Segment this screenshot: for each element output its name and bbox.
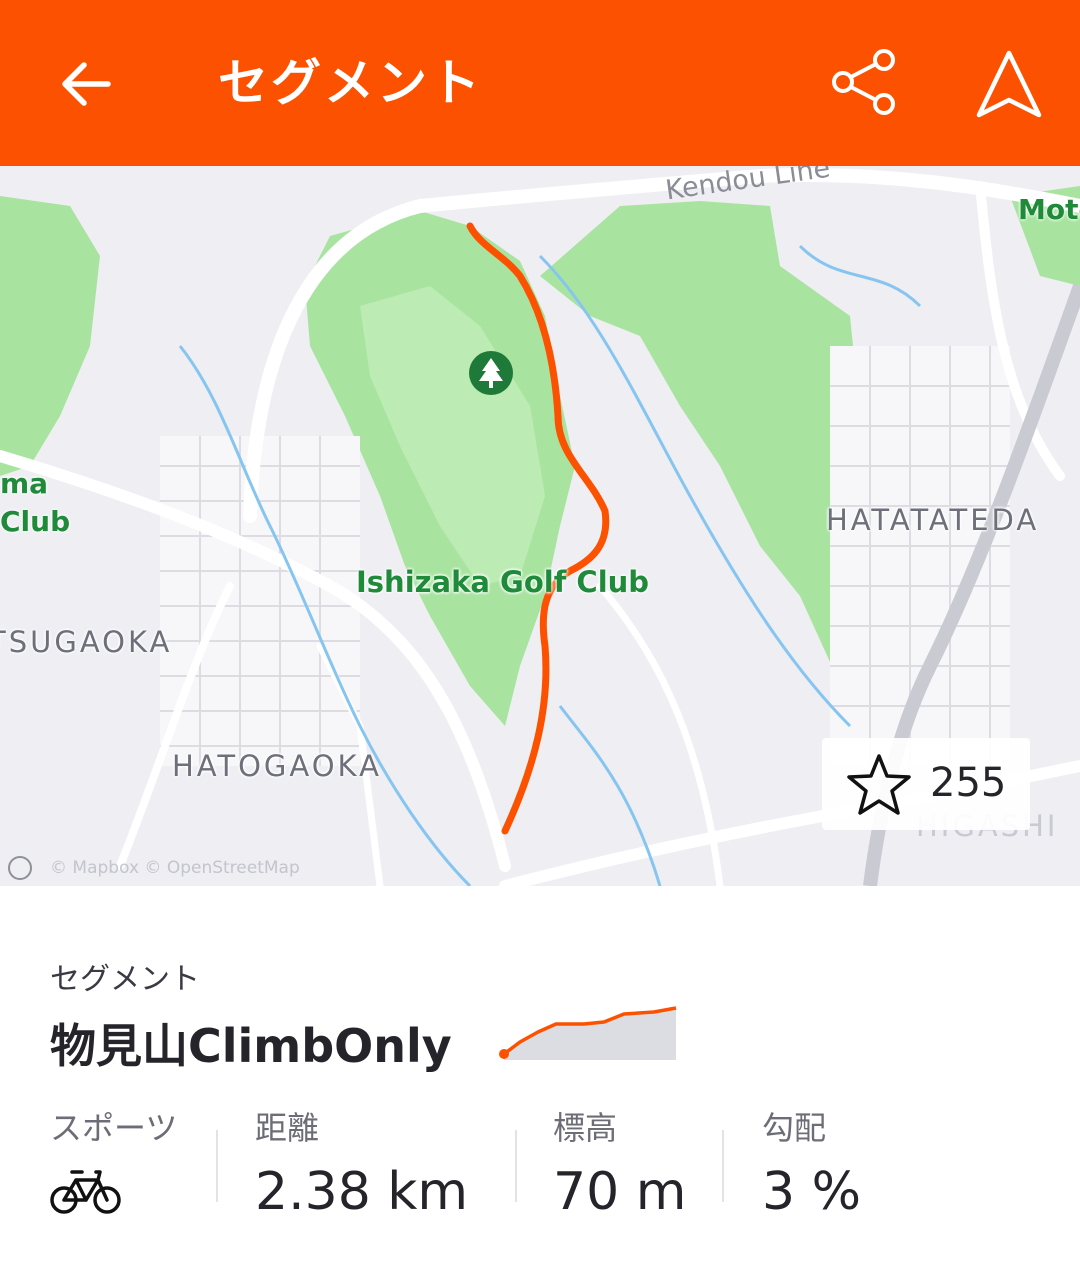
map-label-golf-club: Ishizaka Golf Club <box>356 565 650 599</box>
stat-divider <box>515 1130 517 1202</box>
stat-grade: 勾配 3 % <box>762 1108 861 1224</box>
map-label-moto: Moto <box>1018 193 1080 226</box>
segment-name: 物見山ClimbOnly <box>50 1019 452 1073</box>
stat-distance-value: 2.38 km <box>255 1162 469 1222</box>
stat-elevation-value: 70 m <box>553 1162 687 1222</box>
stat-distance-label: 距離 <box>255 1109 320 1147</box>
back-button[interactable] <box>46 44 126 124</box>
segment-info: セグメント 物見山ClimbOnly スポーツ 距離 2.38 km 標高 70… <box>0 886 1080 1281</box>
map-label-left-2: Club <box>0 505 71 538</box>
star-icon <box>847 754 911 815</box>
stat-divider <box>722 1130 724 1202</box>
segment-kicker: セグメント <box>50 962 200 997</box>
app-bar: セグメント <box>0 0 1080 166</box>
elevation-profile <box>499 1006 677 1060</box>
map-label-tsugaoka: TSUGAOKA <box>0 625 173 659</box>
share-icon <box>832 49 895 115</box>
map-label-hatatateda: HATATATEDA <box>826 503 1040 537</box>
stat-sport-label: スポーツ <box>50 1109 178 1147</box>
map-label-left-1: ma <box>0 467 49 500</box>
map-attribution[interactable]: © Mapbox © OpenStreetMap <box>8 856 300 880</box>
star-count-badge[interactable]: 255 <box>822 738 1030 830</box>
stat-grade-value: 3 % <box>762 1162 862 1222</box>
stat-sport: スポーツ <box>50 1108 177 1222</box>
page-title: セグメント <box>218 54 483 112</box>
arrow-left-icon <box>62 62 111 106</box>
mapbox-logo-icon <box>8 856 32 880</box>
star-count: 255 <box>930 760 1007 806</box>
stat-divider <box>216 1130 218 1202</box>
navigate-button[interactable] <box>968 44 1050 124</box>
stat-elevation: 標高 70 m <box>553 1108 686 1224</box>
stat-grade-label: 勾配 <box>762 1109 827 1147</box>
stat-distance: 距離 2.38 km <box>255 1108 468 1224</box>
stat-elevation-label: 標高 <box>553 1109 618 1147</box>
segment-map[interactable]: Kendou Line Moto Ishizaka Golf Club ma C… <box>0 166 1080 886</box>
map-label-hatogaoka: HATOGAOKA <box>172 749 382 783</box>
bicycle-icon <box>50 1170 121 1214</box>
share-button[interactable] <box>822 40 906 124</box>
navigation-arrow-icon <box>976 50 1042 118</box>
